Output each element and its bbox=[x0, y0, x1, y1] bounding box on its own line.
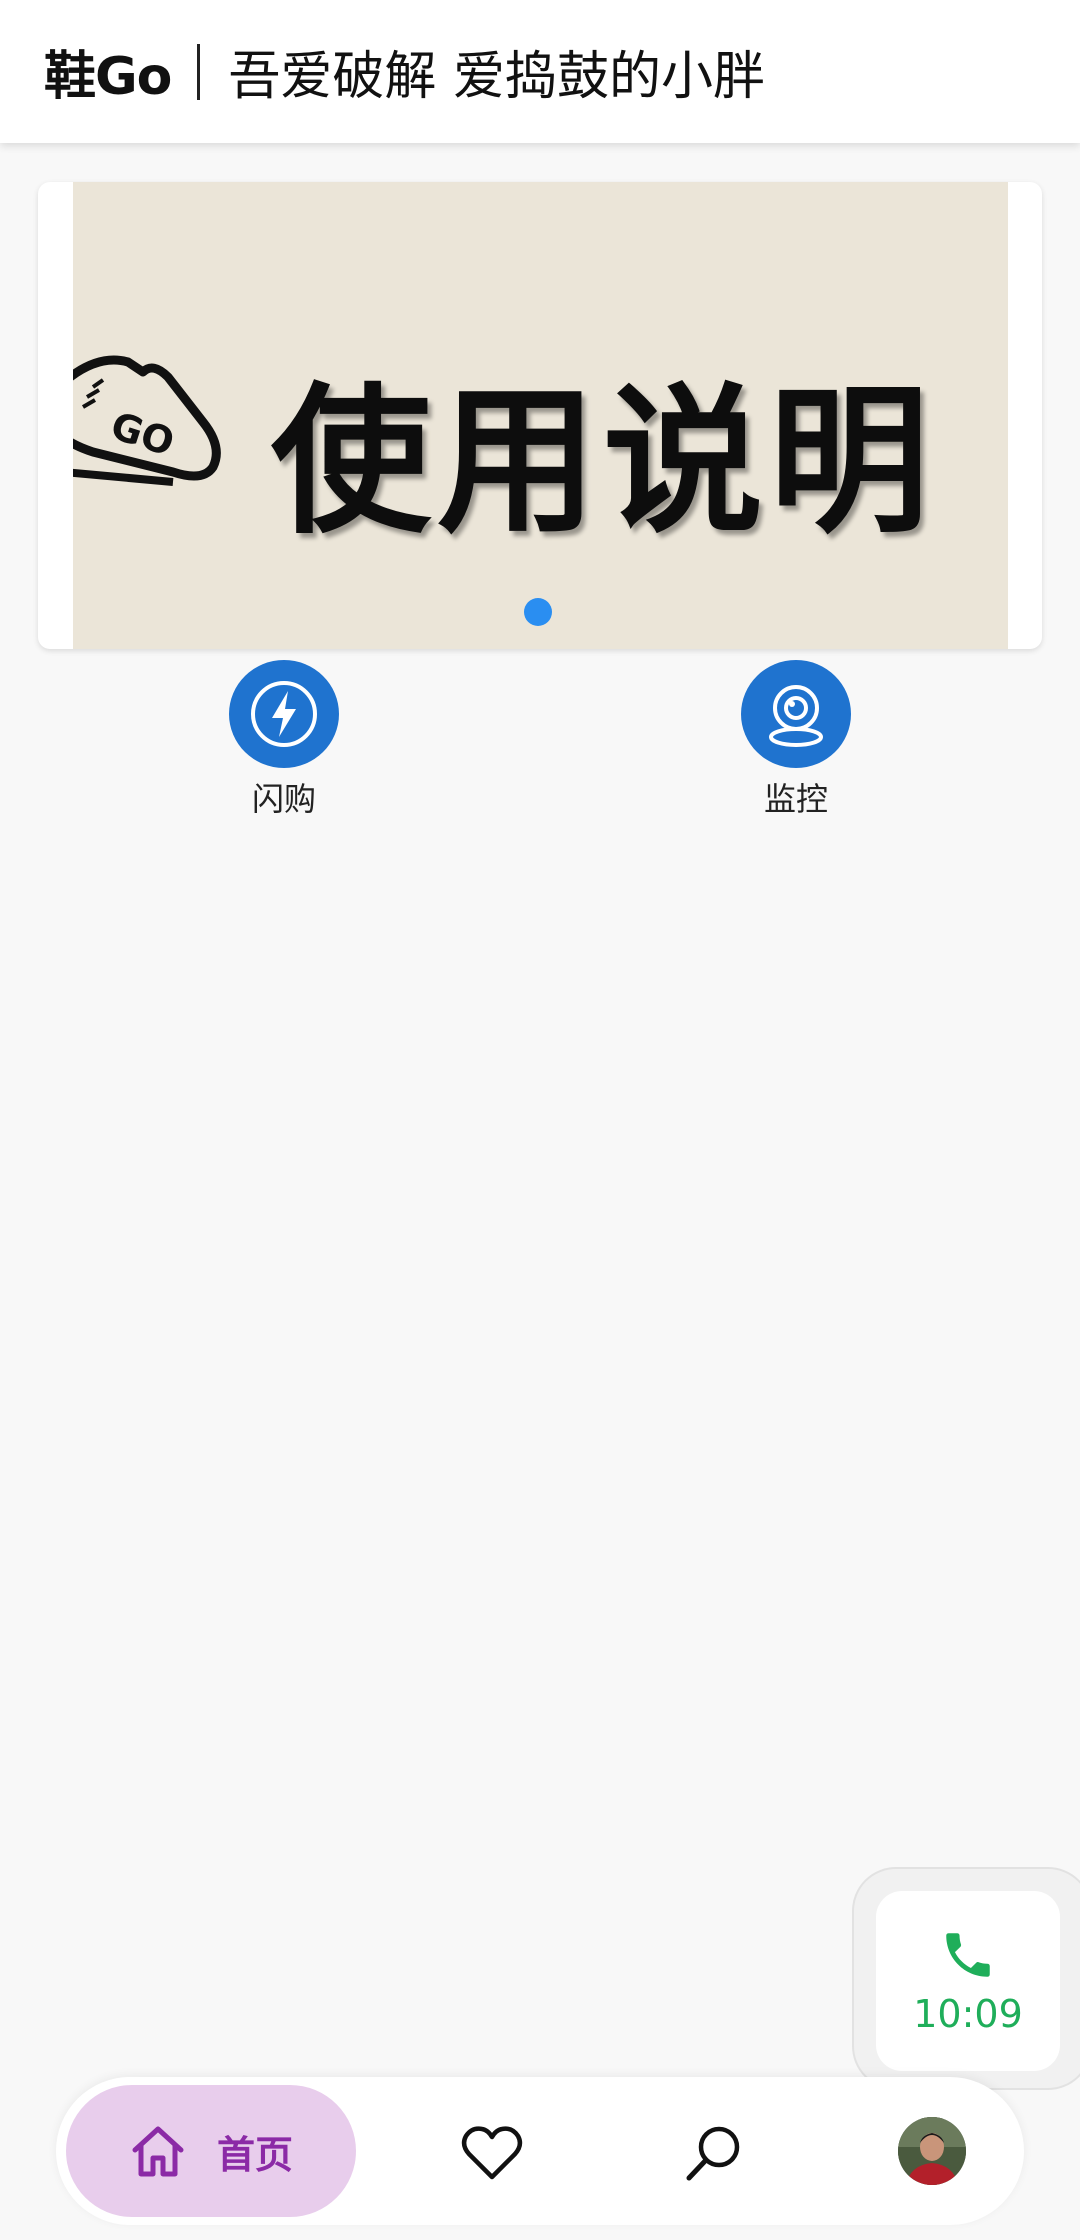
app-header: 鞋Go 吾爱破解 爱捣鼓的小胖 bbox=[0, 0, 1080, 143]
banner-carousel[interactable]: GO 使用说明 bbox=[38, 182, 1042, 649]
bottom-navigation: 首页 bbox=[56, 2077, 1024, 2225]
call-widget[interactable]: 10:09 bbox=[852, 1867, 1080, 2090]
heart-icon bbox=[461, 2126, 523, 2180]
search-icon bbox=[686, 2126, 740, 2181]
nav-search-tab[interactable] bbox=[682, 2121, 746, 2185]
header-subtitle: 吾爱破解 爱捣鼓的小胖 bbox=[228, 47, 765, 107]
shoe-logo-icon: GO bbox=[73, 355, 221, 486]
flash-sale-button[interactable]: 闪购 bbox=[199, 660, 369, 820]
banner-slide[interactable]: GO 使用说明 bbox=[73, 182, 1008, 649]
monitor-label: 监控 bbox=[763, 780, 828, 818]
nav-favorites-tab[interactable] bbox=[460, 2121, 524, 2185]
phone-icon bbox=[946, 1933, 990, 1977]
call-widget-inner[interactable]: 10:09 bbox=[876, 1891, 1060, 2071]
avatar-image bbox=[898, 2117, 966, 2185]
call-duration: 10:09 bbox=[913, 1992, 1023, 2036]
home-icon bbox=[132, 2126, 184, 2177]
lightning-icon bbox=[229, 660, 339, 768]
app-title: 鞋Go bbox=[44, 47, 172, 107]
nav-profile-avatar[interactable] bbox=[898, 2117, 966, 2185]
nav-home-tab[interactable]: 首页 bbox=[66, 2085, 356, 2217]
flash-sale-label: 闪购 bbox=[251, 780, 316, 818]
app-screen: 鞋Go 吾爱破解 爱捣鼓的小胖 GO 使用说明 闪购 监控 10:09 首页 bbox=[0, 0, 1080, 2240]
webcam-icon bbox=[741, 660, 851, 768]
banner-title: 使用说明 bbox=[271, 368, 936, 555]
nav-home-label: 首页 bbox=[216, 2132, 293, 2177]
monitor-button[interactable]: 监控 bbox=[711, 660, 881, 820]
header-divider bbox=[197, 43, 201, 100]
carousel-indicator-dot[interactable] bbox=[524, 598, 552, 626]
